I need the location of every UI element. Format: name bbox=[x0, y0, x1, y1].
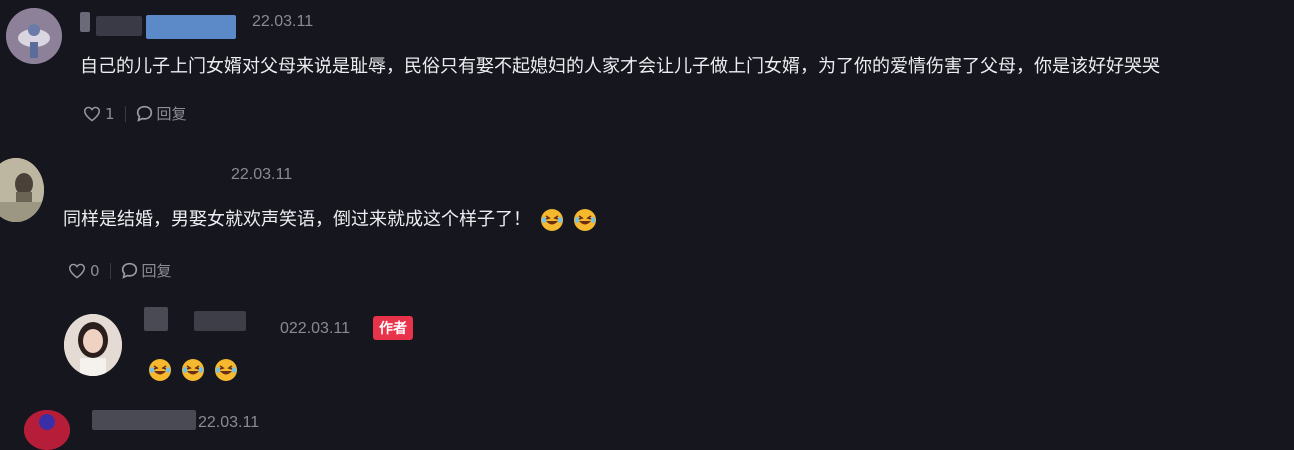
username-blurred bbox=[146, 15, 236, 39]
laughing-emoji-icon bbox=[541, 209, 563, 231]
divider bbox=[109, 262, 111, 279]
avatar-icon bbox=[64, 314, 122, 376]
comment-bubble-icon bbox=[136, 105, 152, 122]
like-button[interactable]: 0 bbox=[68, 262, 100, 280]
laughing-emoji-icon bbox=[215, 359, 237, 381]
reply-button[interactable]: 回复 bbox=[121, 260, 172, 281]
author-badge: 作者 bbox=[373, 316, 413, 340]
avatar[interactable] bbox=[6, 8, 62, 64]
avatar-icon bbox=[6, 8, 62, 64]
comment-actions: 0 回复 bbox=[68, 260, 172, 281]
like-count: 1 bbox=[105, 104, 115, 123]
username-blurred[interactable] bbox=[80, 12, 90, 32]
username-blurred bbox=[96, 16, 142, 36]
laughing-emoji-icon bbox=[182, 359, 204, 381]
comment-timestamp: 22.03.11 bbox=[252, 13, 314, 30]
comment-text: 同样是结婚，男娶女就欢声笑语，倒过来就成这个样子了！ bbox=[63, 205, 597, 232]
reply-button[interactable]: 回复 bbox=[136, 103, 187, 124]
comment-text-body: 同样是结婚，男娶女就欢声笑语，倒过来就成这个样子了！ bbox=[63, 209, 531, 230]
reply-label: 回复 bbox=[156, 105, 187, 123]
avatar-icon bbox=[0, 158, 44, 222]
avatar[interactable] bbox=[24, 410, 70, 450]
comment-text: 自己的儿子上门女婿对父母来说是耻辱，民俗只有娶不起媳妇的人家才会让儿子做上门女婿… bbox=[80, 56, 1160, 77]
heart-icon bbox=[68, 263, 86, 278]
like-count: 0 bbox=[90, 261, 100, 280]
heart-icon bbox=[83, 106, 101, 121]
reply-label: 回复 bbox=[141, 262, 172, 280]
comment-actions: 1 回复 bbox=[83, 103, 187, 124]
reply-timestamp: 022.03.11 bbox=[280, 320, 350, 337]
username-blurred bbox=[92, 410, 196, 430]
comment-timestamp: 22.03.11 bbox=[198, 414, 260, 431]
reply-emojis bbox=[139, 358, 238, 382]
username-blurred bbox=[144, 307, 168, 331]
like-button[interactable]: 1 bbox=[83, 105, 115, 123]
divider bbox=[124, 105, 126, 122]
comment-bubble-icon bbox=[121, 262, 137, 279]
laughing-emoji-icon bbox=[574, 209, 596, 231]
author-avatar[interactable] bbox=[64, 314, 122, 376]
avatar[interactable] bbox=[0, 158, 44, 222]
laughing-emoji-icon bbox=[149, 359, 171, 381]
comment-timestamp: 22.03.11 bbox=[231, 166, 293, 183]
username-blurred bbox=[194, 311, 246, 331]
avatar-icon bbox=[24, 410, 70, 450]
